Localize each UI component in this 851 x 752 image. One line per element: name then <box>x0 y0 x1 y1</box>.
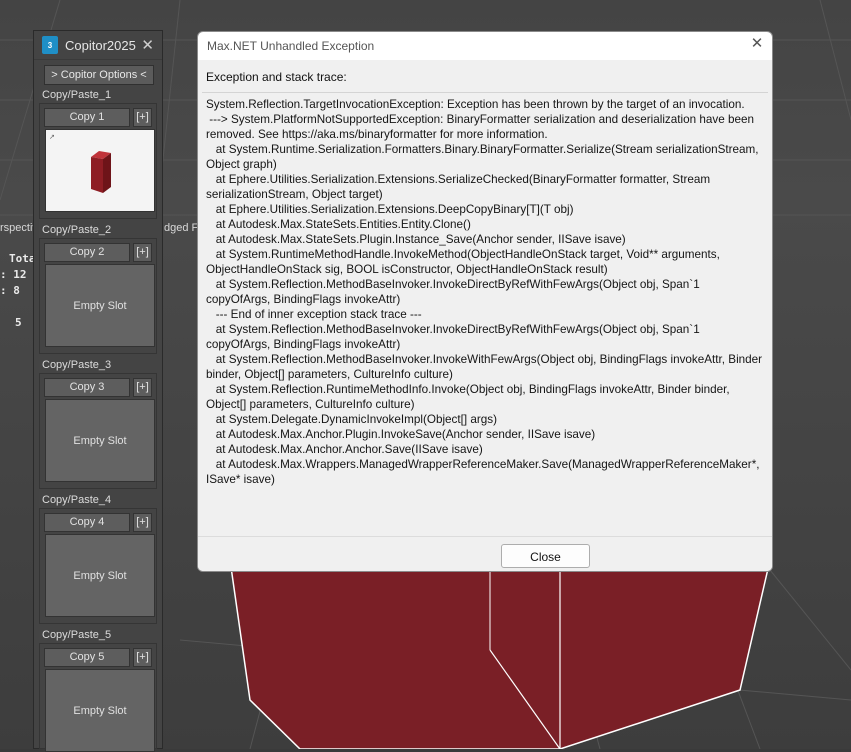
group-label: Copy/Paste_2 <box>42 224 112 236</box>
group-label: Copy/Paste_1 <box>42 89 112 101</box>
red-box-thumbnail-icon: ↗ <box>49 133 111 193</box>
stats-total: Tota <box>9 252 36 265</box>
stats-value-1: : 12 <box>0 268 27 281</box>
slot-1-thumbnail[interactable]: ↗ <box>45 129 155 212</box>
exception-dialog: Max.NET Unhandled Exception ✕ Exception … <box>197 31 773 572</box>
add-slot-5-button[interactable]: [+] <box>133 648 152 667</box>
dialog-footer: Close <box>198 536 772 571</box>
stack-trace-text: System.Reflection.TargetInvocationExcept… <box>206 98 763 486</box>
dialog-title: Max.NET Unhandled Exception <box>207 39 375 53</box>
copy-4-button[interactable]: Copy 4 <box>44 513 130 532</box>
dialog-body: Exception and stack trace: System.Reflec… <box>198 60 772 564</box>
stack-trace-textbox[interactable]: System.Reflection.TargetInvocationExcept… <box>202 92 768 564</box>
3dsmax-logo-icon: 3 <box>42 36 58 54</box>
stats-value-3: 5 <box>15 316 22 329</box>
copitor-panel: 3 Copitor2025 ✕ > Copitor Options < Copy… <box>33 30 163 752</box>
red-box-3d <box>229 559 771 749</box>
slot-4-empty[interactable]: Empty Slot <box>45 534 155 617</box>
stack-trace-label: Exception and stack trace: <box>206 70 347 84</box>
slot-3-empty[interactable]: Empty Slot <box>45 399 155 482</box>
copy-5-button[interactable]: Copy 5 <box>44 648 130 667</box>
copy-1-button[interactable]: Copy 1 <box>44 108 130 127</box>
stats-value-2: : 8 <box>0 284 20 297</box>
copitor-title: Copitor2025 <box>65 37 136 53</box>
copy-3-button[interactable]: Copy 3 <box>44 378 130 397</box>
slot-2-empty[interactable]: Empty Slot <box>45 264 155 347</box>
copitor-options-button[interactable]: > Copitor Options < <box>44 65 154 85</box>
add-slot-1-button[interactable]: [+] <box>133 108 152 127</box>
group-label: Copy/Paste_4 <box>42 494 112 506</box>
copitor-close-icon[interactable]: ✕ <box>141 36 154 54</box>
copy-2-button[interactable]: Copy 2 <box>44 243 130 262</box>
slot-5-empty[interactable]: Empty Slot <box>45 669 155 752</box>
add-slot-3-button[interactable]: [+] <box>133 378 152 397</box>
copitor-titlebar[interactable]: 3 Copitor2025 ✕ <box>34 31 162 60</box>
group-label: Copy/Paste_5 <box>42 629 112 641</box>
group-label: Copy/Paste_3 <box>42 359 112 371</box>
add-slot-2-button[interactable]: [+] <box>133 243 152 262</box>
close-button[interactable]: Close <box>501 544 590 568</box>
svg-text:↗: ↗ <box>49 133 55 141</box>
add-slot-4-button[interactable]: [+] <box>133 513 152 532</box>
dialog-close-icon[interactable]: ✕ <box>748 35 766 53</box>
